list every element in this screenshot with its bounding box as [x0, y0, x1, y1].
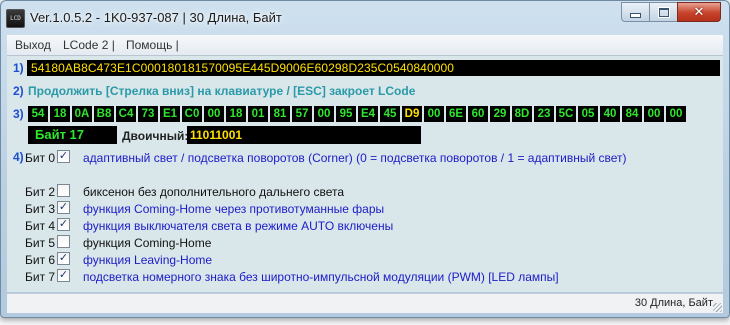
bit-checkbox[interactable]: ✓: [57, 201, 70, 214]
bit-description: адаптивный свет / подсветка поворотов (C…: [83, 151, 627, 165]
byte-cell[interactable]: 23: [534, 106, 554, 122]
bit-label: Бит 2: [25, 185, 56, 199]
bit-description: функция Leaving-Home: [83, 253, 213, 267]
main-panel: 1) 54180AB8C473E1C000180181570095E445D90…: [7, 56, 723, 292]
byte-cell[interactable]: E1: [160, 106, 180, 122]
hex-string-field[interactable]: 54180AB8C473E1C000180181570095E445D9006E…: [27, 60, 720, 76]
bit-description: функция Coming-Home через противотуманны…: [83, 202, 385, 216]
menu-lcode2[interactable]: LCode 2 |: [63, 38, 115, 52]
byte-cell[interactable]: 8D: [512, 106, 532, 122]
bit-label: Бит 0: [25, 151, 56, 165]
maximize-icon: [657, 6, 670, 18]
minimize-button[interactable]: [621, 2, 650, 22]
byte-cell[interactable]: B8: [94, 106, 114, 122]
status-text: 30 Длина, Байт: [634, 297, 713, 309]
byte-cell[interactable]: 18: [50, 106, 70, 122]
bit-label: Бит 7: [25, 270, 56, 284]
minimize-icon: [630, 13, 641, 18]
maximize-button[interactable]: [649, 2, 678, 22]
bit-label: Бит 4: [25, 219, 56, 233]
byte-cell[interactable]: 5C: [556, 106, 576, 122]
byte-cell[interactable]: 29: [490, 106, 510, 122]
byte-cell[interactable]: 18: [226, 106, 246, 122]
keyboard-hint: Продолжить [Стрелка вниз] на клавиатуре …: [28, 84, 416, 98]
byte-cell[interactable]: 57: [292, 106, 312, 122]
lcode-window: LCD Ver.1.0.5.2 - 1K0-937-087 | 30 Длина…: [0, 0, 730, 318]
window-title: Ver.1.0.5.2 - 1K0-937-087 | 30 Длина, Ба…: [30, 10, 282, 25]
byte-cell[interactable]: 0A: [72, 106, 92, 122]
byte-cell[interactable]: 6E: [446, 106, 466, 122]
selected-byte-label: Байт 17: [28, 126, 117, 144]
bit-description: подсветка номерного знака без широтно-им…: [83, 270, 559, 284]
resize-grip-icon[interactable]: [713, 303, 722, 312]
bit-checkbox[interactable]: [57, 235, 70, 248]
step-number-4: 4): [13, 150, 24, 164]
byte-cell[interactable]: 00: [204, 106, 224, 122]
bit-checkbox[interactable]: ✓: [57, 150, 70, 163]
binary-value: 11011001: [187, 126, 421, 144]
byte-cell[interactable]: 45: [380, 106, 400, 122]
menu-bar: Выход LCode 2 | Помощь |: [7, 35, 723, 56]
byte-cell[interactable]: C0: [182, 106, 202, 122]
bit-label: Бит 5: [25, 236, 56, 250]
bit-description: функция выключателя света в режиме AUTO …: [83, 219, 394, 233]
byte-cell[interactable]: 84: [622, 106, 642, 122]
caption-buttons: ✕: [621, 2, 721, 22]
byte-cell[interactable]: E4: [358, 106, 378, 122]
menu-exit[interactable]: Выход: [15, 38, 51, 52]
binary-label: Двоичный:: [122, 129, 189, 143]
menu-help[interactable]: Помощь |: [126, 38, 179, 52]
app-icon: LCD: [6, 9, 25, 28]
byte-cell[interactable]: 01: [248, 106, 268, 122]
byte-cell[interactable]: 81: [270, 106, 290, 122]
bit-label: Бит 3: [25, 202, 56, 216]
title-bar[interactable]: LCD Ver.1.0.5.2 - 1K0-937-087 | 30 Длина…: [1, 1, 729, 35]
status-bar: 30 Длина, Байт: [7, 293, 723, 313]
byte-cell[interactable]: C4: [116, 106, 136, 122]
byte-cell[interactable]: D9: [402, 106, 422, 122]
byte-cell[interactable]: 40: [600, 106, 620, 122]
byte-cell[interactable]: 95: [336, 106, 356, 122]
close-icon: ✕: [693, 4, 705, 19]
step-number-3: 3): [13, 107, 24, 121]
close-button[interactable]: ✕: [677, 2, 721, 22]
bit-checkbox[interactable]: ✓: [57, 218, 70, 231]
step-number-1: 1): [13, 61, 24, 75]
bit-label: Бит 6: [25, 253, 56, 267]
byte-cell[interactable]: 00: [424, 106, 444, 122]
bit-checkbox[interactable]: [57, 184, 70, 197]
byte-cell[interactable]: 73: [138, 106, 158, 122]
bit-checkbox[interactable]: ✓: [57, 269, 70, 282]
step-number-2: 2): [13, 84, 24, 98]
bit-description: биксенон без дополнительного дальнего св…: [83, 185, 345, 199]
byte-cell[interactable]: 05: [578, 106, 598, 122]
byte-cell[interactable]: 00: [644, 106, 664, 122]
byte-cell[interactable]: 60: [468, 106, 488, 122]
byte-cell[interactable]: 00: [314, 106, 334, 122]
bit-checkbox[interactable]: ✓: [57, 252, 70, 265]
byte-cell[interactable]: 54: [28, 106, 48, 122]
bit-description: функция Coming-Home: [83, 236, 212, 250]
byte-cell[interactable]: 00: [666, 106, 686, 122]
